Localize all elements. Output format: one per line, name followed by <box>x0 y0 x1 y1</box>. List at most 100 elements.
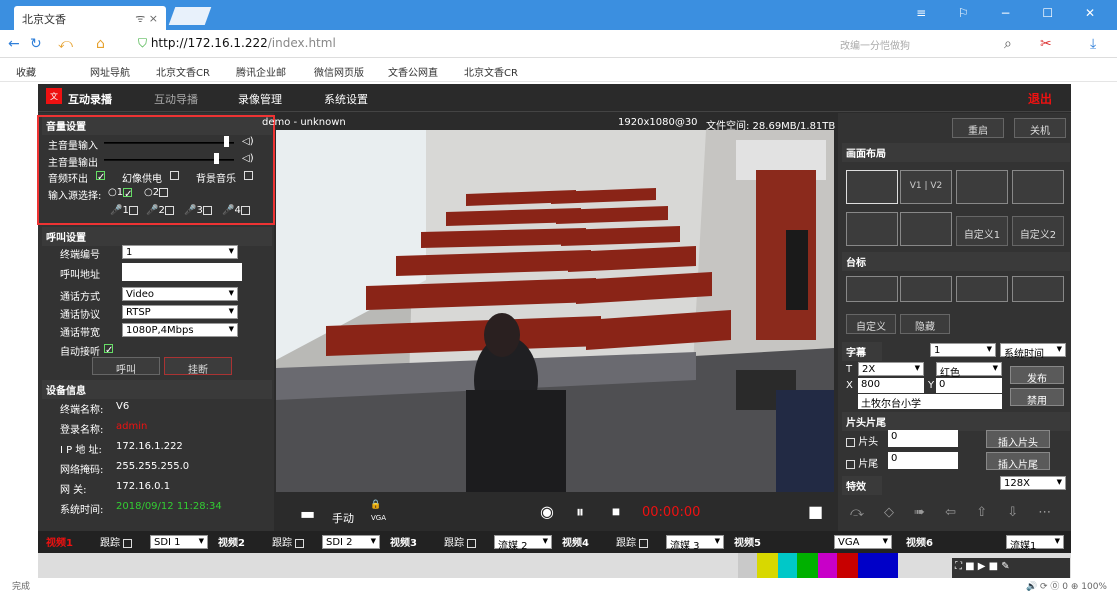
call-protocol-label: 通话协议 <box>60 310 100 321</box>
call-bandwidth-label: 通话带宽 <box>60 328 100 339</box>
custom-layout-1[interactable]: 自定义1 <box>956 216 1008 246</box>
strip-source-select[interactable]: 流媒 3 <box>666 535 724 552</box>
publish-button[interactable]: 发布 <box>1010 366 1064 385</box>
bookmarks-bar: 收藏 网址导航 北京文香CR 腾讯企业邮 微信网页版 文香公网直 北京文香CR <box>0 58 1117 82</box>
platform-hide-button[interactable]: 隐藏 <box>900 314 950 334</box>
layout-v1-v2[interactable]: V1 | V2 <box>900 170 952 204</box>
mode-label[interactable]: 手动 <box>332 510 354 526</box>
call-bandwidth-select[interactable]: 1080P,4Mbps <box>122 323 238 337</box>
undo-icon[interactable]: ⤺ <box>58 36 73 52</box>
layout-pip[interactable] <box>956 170 1008 204</box>
tab-interactive-record[interactable]: 互动录播 <box>68 91 112 107</box>
new-tab-button[interactable] <box>168 7 212 25</box>
lock-icon[interactable]: 🔒 <box>370 500 381 510</box>
bookmark-item[interactable]: 收藏 <box>16 64 36 79</box>
mini-toolbar[interactable]: ⛶ ■ ▶ ■ ✎ <box>952 558 1070 578</box>
caption-color-select[interactable]: 红色 <box>936 362 1002 379</box>
custom-layout-2[interactable]: 自定义2 <box>1012 216 1064 246</box>
refresh-icon[interactable]: ↻ <box>30 36 42 52</box>
video-thumbnails[interactable] <box>38 553 1071 578</box>
strip-track-toggle[interactable]: 跟踪 <box>616 534 649 550</box>
tail-input[interactable]: 0 <box>888 452 958 469</box>
window-controls[interactable]: ≡ ⚐ − ☐ ✕ <box>916 6 1109 20</box>
logout-button[interactable]: 退出 <box>1028 90 1052 107</box>
tab-interactive-director[interactable]: 互动导播 <box>154 91 198 107</box>
logo-pos-bl[interactable] <box>956 276 1008 302</box>
tab-recording-management[interactable]: 录像管理 <box>238 91 282 107</box>
call-address-input[interactable] <box>122 263 242 281</box>
strip-source-select[interactable]: VGA <box>834 535 892 549</box>
strip-source-select[interactable]: SDI 1 <box>150 535 208 549</box>
layout-single[interactable] <box>846 170 898 204</box>
strip-source-select[interactable]: 流媒1 <box>1006 535 1064 552</box>
strip-source-select[interactable]: SDI 2 <box>322 535 380 549</box>
strip-video-label[interactable]: 视频3 <box>390 534 417 550</box>
layout-grid[interactable] <box>900 212 952 246</box>
bookmark-item[interactable]: 北京文香CR <box>156 64 210 79</box>
logo-pos-br[interactable] <box>1012 276 1064 302</box>
browser-tab[interactable]: 北京文香 ᯤ × <box>14 6 166 30</box>
strip-track-toggle[interactable]: 跟踪 <box>272 534 305 550</box>
strip-video-label[interactable]: 视频4 <box>562 534 589 550</box>
head-checkbox[interactable]: 片头 <box>846 433 878 448</box>
video-preview[interactable] <box>276 130 834 492</box>
device-field-value: V6 <box>116 401 130 412</box>
headtail-header: 片头片尾 <box>842 412 1070 431</box>
tail-checkbox[interactable]: 片尾 <box>846 455 878 470</box>
caption-size-select[interactable]: 2X <box>858 362 924 376</box>
strip-video-label[interactable]: 视频6 <box>906 534 933 550</box>
strip-source-select[interactable]: 流媒 2 <box>494 535 552 552</box>
caption-x-input[interactable]: 800 <box>858 378 924 393</box>
strip-video-label[interactable]: 视频1 <box>46 534 73 550</box>
auto-answer-label: 自动接听 <box>60 347 100 358</box>
bookmark-item[interactable]: 网址导航 <box>90 64 130 79</box>
terminal-no-select[interactable]: 1 <box>122 245 238 259</box>
shutdown-button[interactable]: 关机 <box>1014 118 1066 138</box>
strip-video-label[interactable]: 视频2 <box>218 534 245 550</box>
disable-button[interactable]: 禁用 <box>1010 388 1064 407</box>
camera-icon[interactable]: ■ <box>808 502 823 521</box>
auto-answer-checkbox[interactable]: ✓ <box>104 343 113 356</box>
logo-pos-tr[interactable] <box>900 276 952 302</box>
restart-button[interactable]: 重启 <box>952 118 1004 138</box>
record-icon[interactable]: ◉ <box>540 502 554 521</box>
scissors-icon[interactable]: ✂ <box>1040 36 1052 52</box>
home-icon[interactable]: ⌂ <box>96 36 105 52</box>
strip-track-toggle[interactable]: 跟踪 <box>444 534 477 550</box>
device-field-label: 终端名称: <box>60 405 104 416</box>
url-input[interactable]: ⛉ http://172.16.1.222/index.html <box>134 33 774 53</box>
caption-no-select[interactable]: 1 <box>930 343 996 357</box>
insert-head-button[interactable]: 插入片头 <box>986 430 1050 449</box>
effects-icons[interactable]: ⤼ ◇ ➠ ⇦ ⇧ ⇩ ⋯ <box>850 505 1059 520</box>
call-mode-select[interactable]: Video <box>122 287 238 301</box>
folder-icon[interactable]: ▬ <box>300 504 315 523</box>
tab-system-settings[interactable]: 系统设置 <box>324 91 368 107</box>
insert-tail-button[interactable]: 插入片尾 <box>986 452 1050 471</box>
call-button[interactable]: 呼叫 <box>92 357 160 376</box>
hangup-button[interactable]: 挂断 <box>164 357 232 376</box>
bookmark-item[interactable]: 腾讯企业邮 <box>236 64 286 79</box>
logo-pos-tl[interactable] <box>846 276 898 302</box>
x-label: X <box>846 380 853 391</box>
pause-icon[interactable]: ⏸ <box>576 502 584 522</box>
browser-search-input[interactable]: 改编一分恺做狗 <box>836 33 1026 53</box>
back-icon[interactable]: ← <box>8 36 20 52</box>
layout-quad[interactable] <box>1012 170 1064 204</box>
platform-custom-button[interactable]: 自定义 <box>846 314 896 334</box>
layout-small-pip[interactable] <box>846 212 898 246</box>
strip-track-toggle[interactable]: 跟踪 <box>100 534 133 550</box>
stop-icon[interactable]: ⏹ <box>612 502 620 522</box>
download-icon[interactable]: ⤓ <box>1090 36 1096 52</box>
caption-time-select[interactable]: 系统时间 <box>1000 343 1066 360</box>
bookmark-item[interactable]: 微信网页版 <box>314 64 364 79</box>
bookmark-item[interactable]: 文香公网直 <box>388 64 438 79</box>
strip-video-label[interactable]: 视频5 <box>734 534 761 550</box>
caption-y-input[interactable]: 0 <box>936 378 1002 393</box>
bookmark-item[interactable]: 北京文香CR <box>464 64 518 79</box>
color-bars <box>738 553 898 578</box>
head-input[interactable]: 0 <box>888 430 958 447</box>
caption-text-input[interactable]: 土牧尔台小学 <box>858 394 1002 410</box>
tab-close-icon[interactable]: ᯤ × <box>135 11 158 26</box>
effect-speed-select[interactable]: 128X <box>1000 476 1066 490</box>
call-protocol-select[interactable]: RTSP <box>122 305 238 319</box>
